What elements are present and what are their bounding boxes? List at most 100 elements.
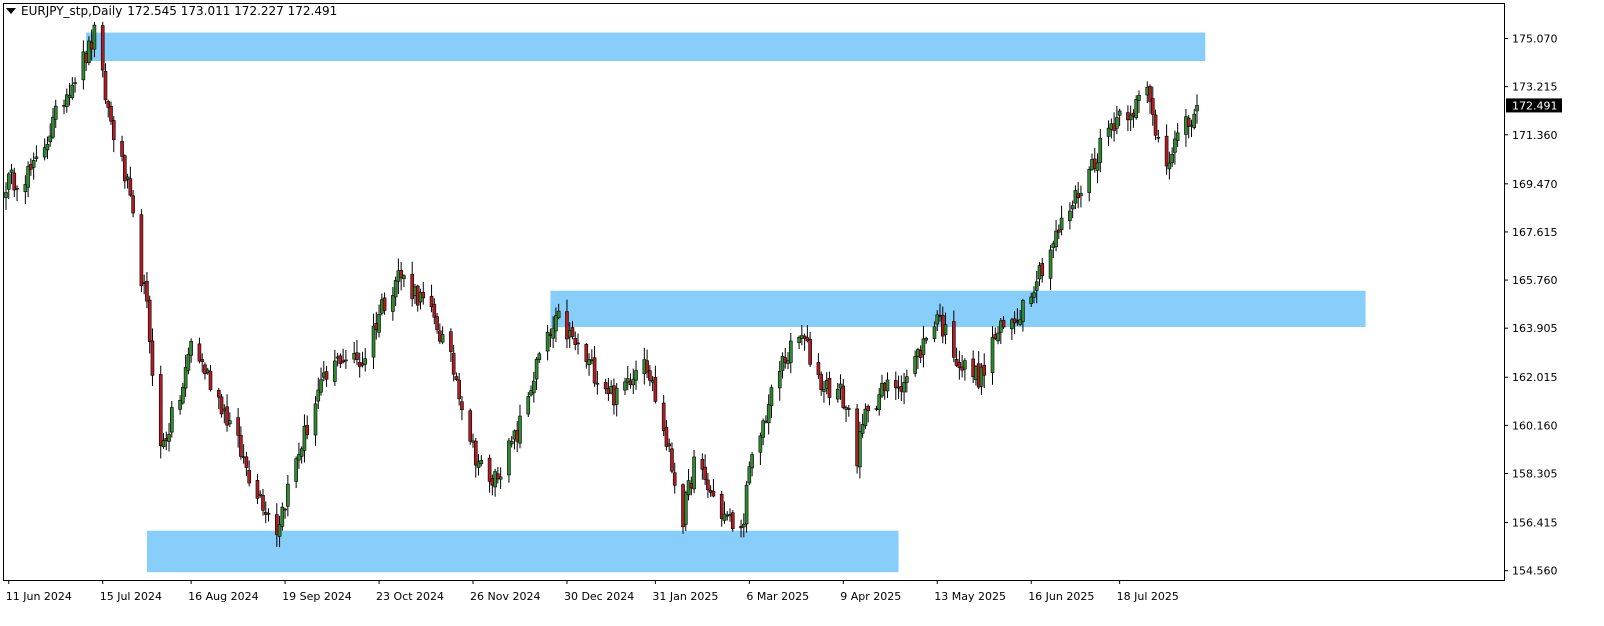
chart-svg: 175.070 173.215 171.360 169.470 167.615 165.7…: [3, 3, 1562, 603]
candle-body-bull: [863, 408, 868, 426]
candle-body-bull: [822, 389, 826, 392]
candle-body-bull: [1156, 136, 1161, 139]
candle-body-bull: [31, 160, 36, 168]
candle-body-bull: [1048, 249, 1053, 279]
candle-body-bear: [645, 360, 649, 373]
candle-body-bull: [683, 492, 688, 525]
candle-body-bear: [653, 377, 658, 402]
candle-body-bull: [623, 381, 627, 391]
x-tick-label: 11 Jun 2024: [6, 590, 72, 603]
candle-body-bull: [1134, 99, 1139, 118]
candle-body-bull: [761, 420, 765, 438]
candle-body-bull: [286, 483, 290, 507]
candle-body-bull: [902, 382, 906, 393]
candle-body-bull: [313, 403, 318, 436]
candle-body-bear: [706, 479, 710, 491]
candle-body-bear: [451, 352, 456, 375]
x-tick-label: 13 May 2025: [934, 590, 1006, 603]
x-tick-label: 23 Oct 2024: [376, 590, 444, 603]
zone-3[interactable]: [146, 530, 899, 573]
symbol-timeframe: EURJPY_stp,Daily: [21, 4, 123, 18]
candle-body-bear: [139, 214, 144, 287]
candle-body-bear: [847, 408, 851, 410]
x-tick-label: 30 Dec 2024: [564, 590, 634, 603]
price-chart[interactable]: 175.070 173.215 171.360 169.470 167.615 165.7…: [0, 0, 1604, 622]
candle-body-bull: [1079, 193, 1083, 197]
candle-body-bull: [189, 341, 193, 356]
candle-body-bear: [197, 343, 202, 362]
candle-body-bear: [432, 303, 437, 318]
chart-header: EURJPY_stp,Daily 172.545 173.011 172.227…: [6, 4, 337, 18]
candle-body-bull: [4, 192, 8, 198]
candle-body-bull: [440, 334, 445, 343]
candle-body-bear: [866, 405, 870, 411]
candle-body-bull: [537, 353, 542, 361]
candle-body-bull: [531, 380, 536, 394]
candle-body-bull: [1087, 169, 1092, 193]
candle: [139, 209, 144, 292]
zone-2[interactable]: [550, 290, 1366, 328]
price-axis[interactable]: 175.070 173.215 171.360 169.470 167.615 165.7…: [1504, 33, 1558, 578]
last-price-text: 172.491: [1512, 99, 1558, 112]
candle-body-bear: [982, 364, 987, 376]
zone-1[interactable]: [86, 32, 1206, 62]
candle-body-bull: [161, 440, 166, 447]
candle-body-bull: [595, 382, 600, 385]
candle-body-bull: [885, 379, 890, 392]
candle-body-bear: [216, 389, 221, 398]
candle-body-bull: [377, 314, 381, 333]
candle-body-bear: [355, 352, 359, 361]
candle-body-bear: [648, 370, 652, 381]
candle-body-bull: [858, 431, 862, 468]
candle-body-bear: [219, 396, 224, 415]
candle-body-bull: [70, 84, 75, 99]
candle-body-bear: [819, 374, 823, 391]
candle-body-bear: [454, 376, 459, 380]
candle-body-bull: [996, 332, 1000, 342]
x-tick-label: 15 Jul 2024: [100, 590, 162, 603]
candle-body-bear: [1153, 114, 1158, 136]
time-axis[interactable]: 11 Jun 2024 15 Jul 2024 16 Aug 2024 19 Sep …: [6, 580, 1179, 603]
candle-body-bear: [283, 508, 287, 511]
caret-down-icon[interactable]: [6, 8, 16, 14]
candle-body-bear: [244, 456, 249, 468]
candle-body-bull: [9, 169, 14, 173]
candle-body-bear: [667, 443, 672, 447]
candle-body-bear: [128, 178, 133, 196]
candle-body-bull: [932, 326, 937, 339]
y-tick-label: 156.415: [1512, 517, 1558, 530]
candle-body-bull: [1195, 105, 1199, 112]
candle-body-bear: [584, 344, 589, 362]
candle-body-bull: [1054, 230, 1058, 248]
candle-body-bull: [777, 371, 782, 389]
candle-body-bear: [457, 379, 461, 400]
candle-body-bull: [692, 456, 696, 490]
candle: [219, 394, 224, 418]
candle-body-bull: [758, 435, 763, 453]
x-tick-label: 6 Mar 2025: [746, 590, 809, 603]
candle-body-bull: [45, 143, 50, 151]
candle-body-bear: [435, 316, 439, 330]
candle-body-bear: [1040, 263, 1045, 277]
candle-body-bull: [344, 359, 348, 362]
candle-body-bear: [827, 378, 832, 398]
x-tick-label: 19 Sep 2024: [282, 590, 352, 603]
candle-body-bull: [943, 324, 948, 336]
candle-body-bear: [247, 470, 251, 484]
candle-body-bull: [371, 325, 376, 358]
candle-body-bull: [744, 484, 749, 525]
candle-body-bear: [120, 141, 124, 157]
candle-body-bull: [769, 387, 774, 406]
candle-body-bear: [952, 321, 956, 358]
candle-body-bull: [747, 466, 752, 484]
candle-body-bull: [1175, 132, 1180, 141]
candle-body-bull: [1167, 162, 1172, 170]
candle-body-bear: [468, 410, 473, 442]
candle-body-bear: [15, 187, 19, 190]
candle-body-bear: [147, 299, 152, 342]
x-tick-label: 31 Jan 2025: [652, 590, 718, 603]
candle-body-bull: [1098, 137, 1103, 163]
y-tick-label: 160.160: [1512, 419, 1558, 432]
candle-body-bull: [1032, 292, 1036, 298]
candle-body-bear: [487, 457, 492, 482]
